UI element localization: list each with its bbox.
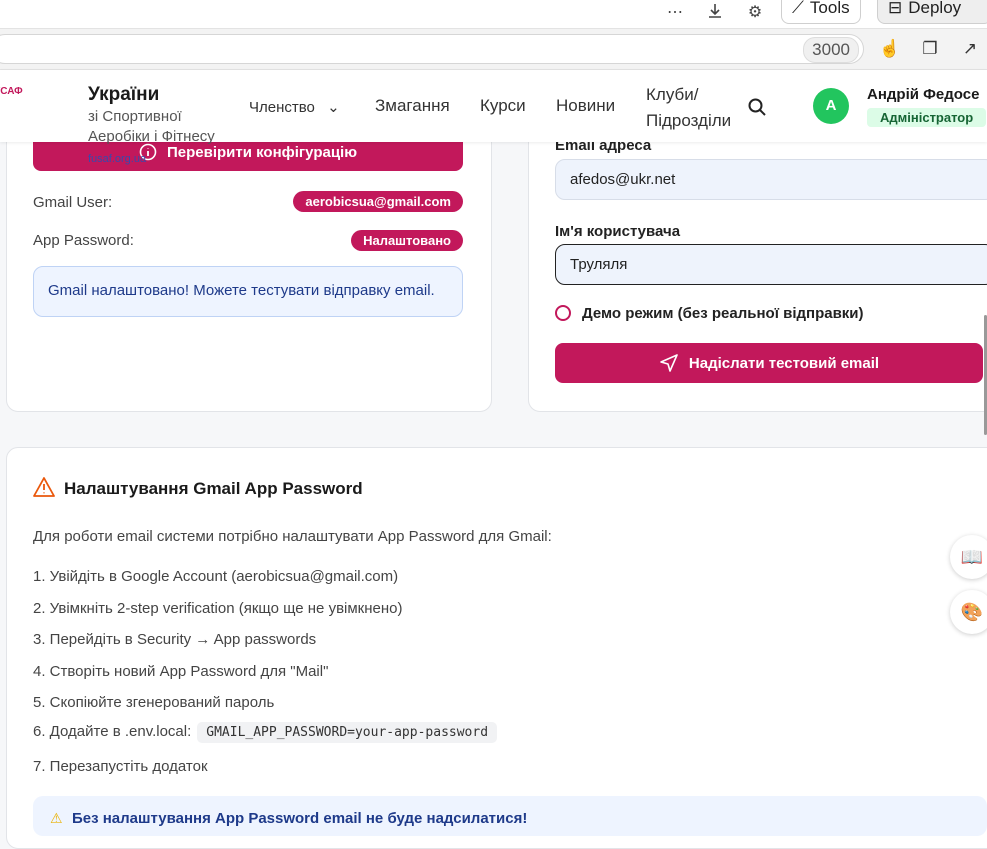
url-bar-row: 3000 ☝ ❐ ↗ xyxy=(0,29,987,70)
setup-step: 2. Увімкніть 2-step verification (якщо щ… xyxy=(33,600,403,617)
download-icon[interactable] xyxy=(704,2,726,24)
nav-news[interactable]: Новини xyxy=(556,96,615,116)
tools-icon: ⟋ xyxy=(792,0,804,17)
book-icon[interactable]: 📖 xyxy=(950,535,987,579)
username-label: Ім'я користувача xyxy=(555,223,681,240)
send-icon xyxy=(660,354,678,372)
username-field[interactable]: Труляля xyxy=(555,244,987,285)
setup-card xyxy=(6,447,987,849)
setup-title: Налаштування Gmail App Password xyxy=(64,479,363,498)
port-chip[interactable]: 3000 xyxy=(803,37,859,63)
status-message: Gmail налаштовано! Можете тестувати відп… xyxy=(33,266,463,317)
warning-small-icon: ⚠ xyxy=(50,810,63,826)
setup-step: 1. Увійдіть в Google Account (aerobicsua… xyxy=(33,568,399,585)
setup-step: 7. Перезапустіть додаток xyxy=(33,758,208,775)
url-input[interactable]: 3000 xyxy=(0,34,864,64)
org-subtitle: зі Спортивної Аеробіки і Фітнесу xyxy=(88,108,215,145)
email-field[interactable]: afedos@ukr.net xyxy=(555,159,987,200)
demo-mode-label[interactable]: Демо режим (без реальної відправки) xyxy=(582,305,864,322)
pointer-icon[interactable]: ☝ xyxy=(878,37,902,61)
org-link[interactable]: fusaf.org.ua xyxy=(88,153,146,165)
setup-step-label: 6. Додайте в .env.local: xyxy=(33,723,192,740)
search-icon[interactable] xyxy=(747,97,767,117)
setup-step: 5. Скопіюйте згенерований пароль xyxy=(33,694,275,711)
send-test-email-button[interactable]: Надіслати тестовий email xyxy=(555,343,983,383)
nav-clubs[interactable]: Клуби/ Підрозділи xyxy=(646,82,741,134)
app-password-label: App Password: xyxy=(33,232,134,249)
deploy-label: Deploy xyxy=(908,0,962,17)
tools-button[interactable]: ⟋ Tools xyxy=(781,0,861,24)
setup-intro: Для роботи email системи потрібно налашт… xyxy=(33,528,552,545)
warning-icon xyxy=(33,477,55,497)
gmail-user-label: Gmail User: xyxy=(33,194,113,211)
setup-step-env: 6. Додайте в .env.local: GMAIL_APP_PASSWO… xyxy=(33,722,498,743)
nav-competitions[interactable]: Змагання xyxy=(375,96,450,116)
role-badge: Адміністратор xyxy=(867,108,987,127)
send-test-email-label: Надіслати тестовий email xyxy=(688,354,880,372)
external-link-icon[interactable]: ↗ xyxy=(958,37,982,61)
deploy-icon: ⊟ xyxy=(888,0,903,17)
app-password-badge: Налаштовано xyxy=(351,230,463,251)
nav-membership-label: Членство xyxy=(249,99,315,116)
org-title: України xyxy=(88,84,160,105)
deploy-button[interactable]: ⊟ Deploy xyxy=(877,0,987,24)
more-icon[interactable]: ⋯ xyxy=(664,2,686,24)
site-header: УСАФ України зі Спортивної Аеробіки і Фі… xyxy=(0,70,987,145)
user-name: Андрій Федосе xyxy=(867,86,980,103)
gear-icon[interactable]: ⚙ xyxy=(744,2,766,24)
gmail-user-badge: aerobicsua@gmail.com xyxy=(293,191,463,212)
demo-mode-checkbox[interactable] xyxy=(555,305,571,321)
env-code: GMAIL_APP_PASSWORD=your-app-password xyxy=(197,722,498,743)
nav-courses[interactable]: Курси xyxy=(480,96,526,116)
avatar[interactable]: А xyxy=(813,88,849,124)
palette-icon[interactable]: 🎨 xyxy=(950,590,987,634)
ide-toolbar: ⋯ ⚙ ⟋ Tools ⊟ Deploy xyxy=(0,0,987,29)
tools-label: Tools xyxy=(809,0,850,17)
fusaf-logo[interactable]: УСАФ xyxy=(0,86,28,110)
setup-step: 3. Перейдіть в Security → App passwords xyxy=(33,631,317,648)
setup-step: 4. Створіть новий App Password для "Mail… xyxy=(33,663,329,680)
copy-icon[interactable]: ❐ xyxy=(918,37,942,61)
chevron-down-icon: ⌄ xyxy=(327,99,340,116)
warning-text: Без налаштування App Password email не б… xyxy=(72,810,528,827)
nav-membership[interactable]: Членство ⌄ xyxy=(249,98,340,116)
